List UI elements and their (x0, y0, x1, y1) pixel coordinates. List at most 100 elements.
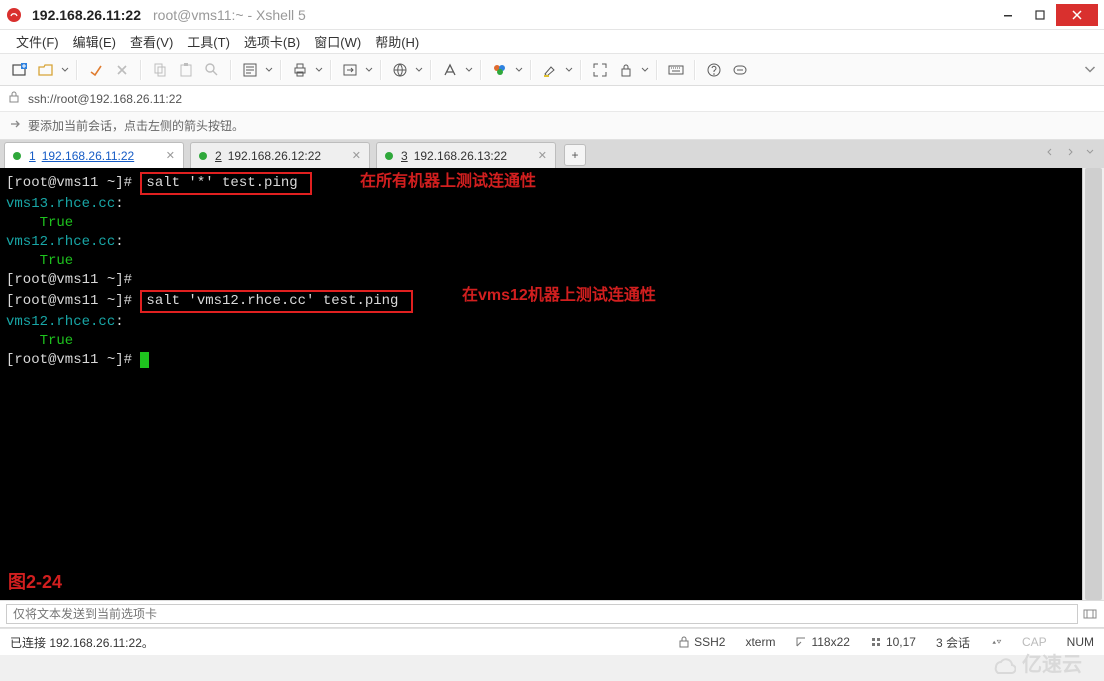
status-size-label: 118x22 (811, 635, 849, 649)
separator-icon (280, 60, 282, 80)
menubar: 文件(F) 编辑(E) 查看(V) 工具(T) 选项卡(B) 窗口(W) 帮助(… (0, 30, 1104, 54)
address-bar: ssh://root@192.168.26.11:22 (0, 86, 1104, 112)
highlight-dropdown-icon[interactable] (564, 66, 574, 74)
address-url[interactable]: ssh://root@192.168.26.11:22 (28, 92, 182, 106)
tab-number: 3 (401, 149, 408, 163)
tab-next-icon[interactable] (1062, 144, 1078, 160)
tab-label: 192.168.26.12:22 (228, 149, 321, 163)
reconnect-icon[interactable] (84, 58, 108, 82)
separator-icon (380, 60, 382, 80)
tab-close-icon[interactable]: ✕ (352, 149, 361, 162)
status-cursor-label: 10,17 (886, 635, 916, 649)
print-icon[interactable] (288, 58, 312, 82)
title-sub: root@vms11:~ - Xshell 5 (153, 7, 306, 23)
menu-help[interactable]: 帮助(H) (375, 32, 419, 51)
color-scheme-icon[interactable] (488, 58, 512, 82)
minimize-button[interactable] (992, 4, 1024, 26)
paste-icon[interactable] (174, 58, 198, 82)
tab-close-icon[interactable]: ✕ (538, 149, 547, 162)
separator-icon (656, 60, 658, 80)
separator-icon (140, 60, 142, 80)
cursor-icon (140, 352, 149, 368)
fullscreen-icon[interactable] (588, 58, 612, 82)
terminal[interactable]: [root@vms11 ~]# salt '*' test.ping 在所有机器… (0, 168, 1082, 600)
xftp-icon[interactable] (338, 58, 362, 82)
tab-label: 192.168.26.11:22 (42, 149, 135, 163)
tab-number: 1 (29, 149, 36, 163)
lock-icon[interactable] (614, 58, 638, 82)
menu-window[interactable]: 窗口(W) (314, 32, 361, 51)
tab-close-icon[interactable]: ✕ (166, 149, 175, 162)
status-num: NUM (1067, 635, 1094, 649)
cursor-pos-icon (870, 636, 882, 648)
host: vms13.rhce.cc (6, 196, 115, 212)
keyboard-icon[interactable] (664, 58, 688, 82)
lock-dropdown-icon[interactable] (640, 66, 650, 74)
compose-options-icon[interactable] (1082, 606, 1098, 622)
menu-file[interactable]: 文件(F) (16, 32, 59, 51)
close-button[interactable] (1056, 4, 1098, 26)
tab-prev-icon[interactable] (1042, 144, 1058, 160)
copy-icon[interactable] (148, 58, 172, 82)
app-logo-icon (6, 7, 22, 23)
menu-edit[interactable]: 编辑(E) (73, 32, 116, 51)
watermark-text: 亿速云 (1022, 648, 1082, 677)
font-dropdown-icon[interactable] (464, 66, 474, 74)
tab-add-button[interactable]: + (564, 144, 586, 166)
find-icon[interactable] (200, 58, 224, 82)
status-updown-icon[interactable] (990, 636, 1002, 648)
properties-dropdown-icon[interactable] (264, 66, 274, 74)
tab-list-icon[interactable] (1082, 144, 1098, 160)
compose-input[interactable] (6, 604, 1078, 624)
globe-icon[interactable] (388, 58, 412, 82)
open-session-icon[interactable] (34, 58, 58, 82)
titlebar: 192.168.26.11:22 root@vms11:~ - Xshell 5 (0, 0, 1104, 30)
properties-icon[interactable] (238, 58, 262, 82)
host: vms12.rhce.cc (6, 234, 115, 250)
maximize-button[interactable] (1024, 4, 1056, 26)
hint-arrow-icon[interactable] (8, 117, 22, 134)
result: True (6, 333, 73, 349)
host: vms12.rhce.cc (6, 314, 115, 330)
encoding-dropdown-icon[interactable] (414, 66, 424, 74)
toolbar (0, 54, 1104, 86)
figure-label: 图2-24 (8, 573, 62, 592)
toolbar-overflow-icon[interactable] (1084, 64, 1096, 76)
annotation-2: 在vms12机器上测试连通性 (462, 286, 656, 305)
print-dropdown-icon[interactable] (314, 66, 324, 74)
status-ssh-label: SSH2 (694, 635, 725, 649)
session-tab-3[interactable]: 3 192.168.26.13:22 ✕ (376, 142, 556, 168)
xftp-dropdown-icon[interactable] (364, 66, 374, 74)
open-dropdown-icon[interactable] (60, 66, 70, 74)
result: True (6, 253, 73, 269)
session-tab-2[interactable]: 2 192.168.26.12:22 ✕ (190, 142, 370, 168)
session-tab-1[interactable]: 1 192.168.26.11:22 ✕ (4, 142, 184, 168)
terminal-scrollbar[interactable] (1082, 168, 1104, 600)
menu-tool[interactable]: 工具(T) (187, 32, 230, 51)
tab-add-label: + (571, 148, 578, 162)
lock-small-icon (8, 91, 20, 106)
highlight-icon[interactable] (538, 58, 562, 82)
status-dot-icon (199, 152, 207, 160)
disconnect-icon[interactable] (110, 58, 134, 82)
compose-bar (0, 600, 1104, 628)
separator-icon (230, 60, 232, 80)
colon: : (115, 314, 123, 330)
scrollbar-thumb[interactable] (1085, 168, 1102, 600)
menu-view[interactable]: 查看(V) (130, 32, 173, 51)
hint-text: 要添加当前会话，点击左侧的箭头按钮。 (28, 117, 244, 134)
compose-icon[interactable] (728, 58, 752, 82)
status-size: 118x22 (795, 635, 849, 649)
separator-icon (480, 60, 482, 80)
separator-icon (76, 60, 78, 80)
status-connection: 已连接 192.168.26.11:22。 (10, 634, 154, 651)
status-dot-icon (13, 152, 21, 160)
separator-icon (330, 60, 332, 80)
font-icon[interactable] (438, 58, 462, 82)
status-term: xterm (745, 635, 775, 649)
new-session-icon[interactable] (8, 58, 32, 82)
color-dropdown-icon[interactable] (514, 66, 524, 74)
menu-tab[interactable]: 选项卡(B) (244, 32, 300, 51)
tab-nav (1042, 144, 1098, 160)
help-icon[interactable] (702, 58, 726, 82)
